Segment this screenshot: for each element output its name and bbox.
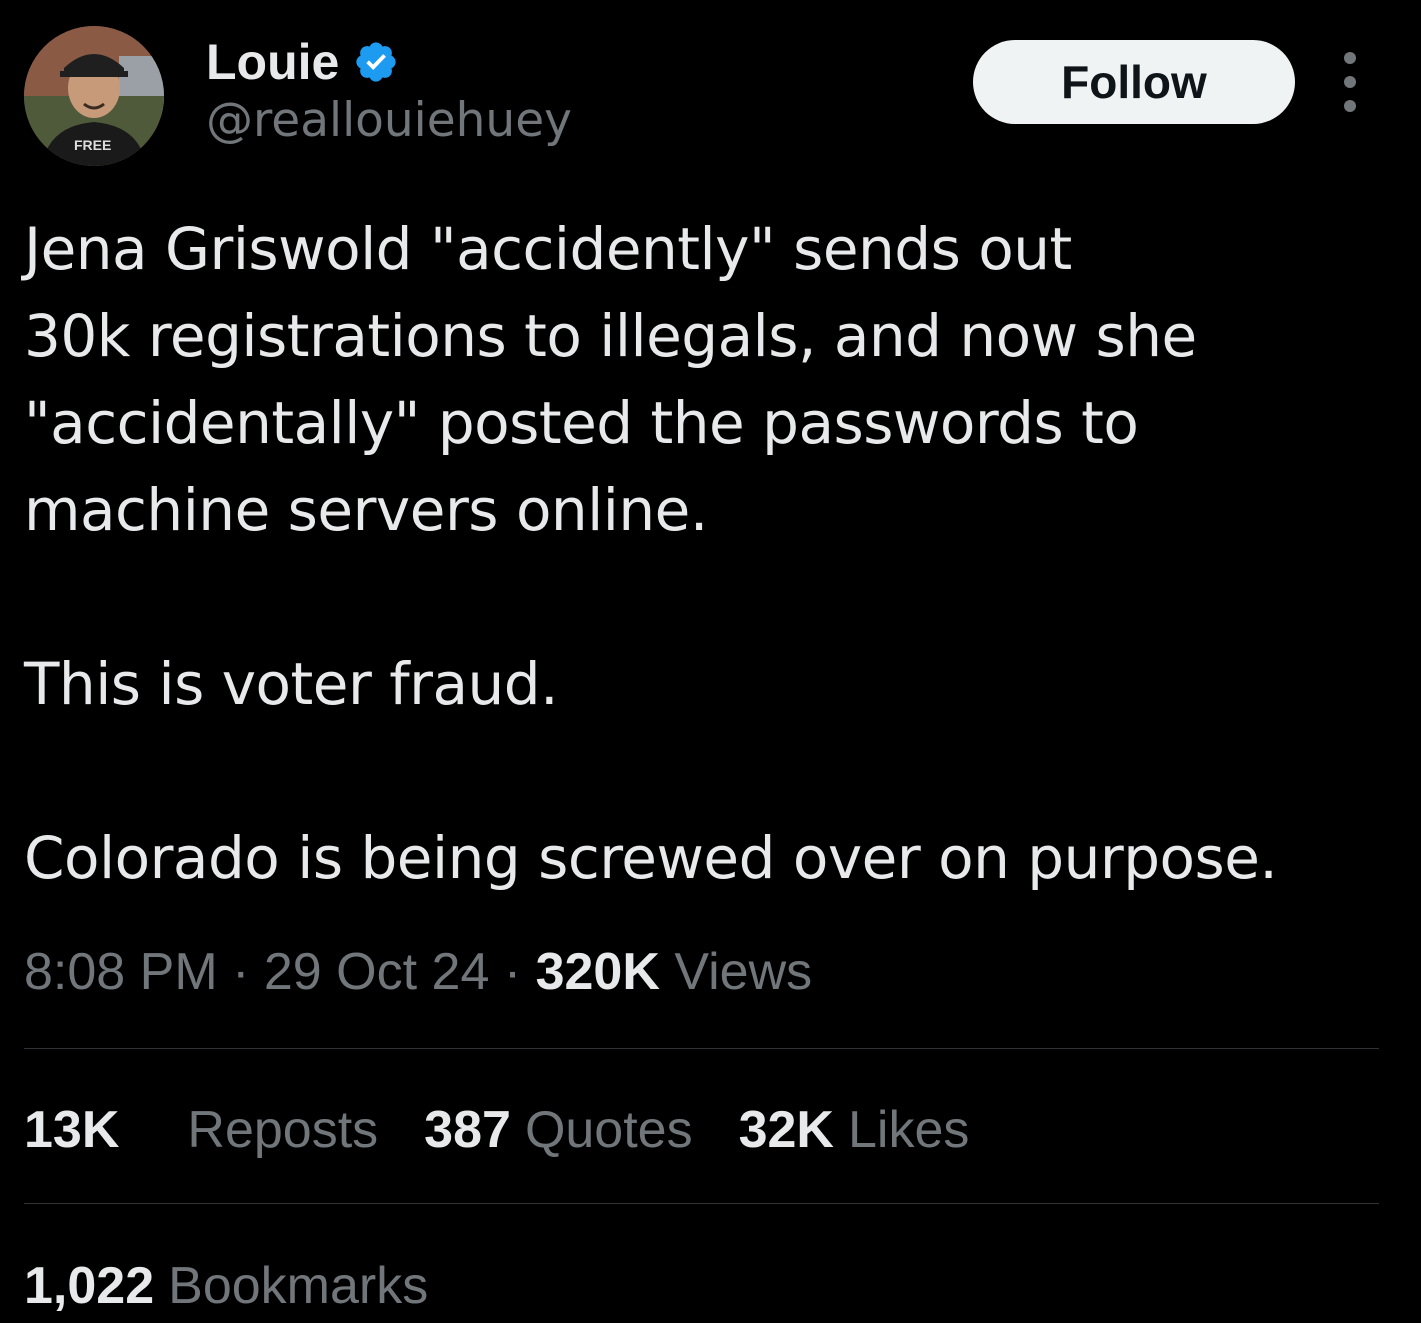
bookmarks-count: 1,022 [24, 1257, 155, 1315]
quotes-count: 387 [424, 1101, 511, 1159]
bookmarks-stat[interactable]: 1,022 Bookmarks [24, 1254, 428, 1318]
author-display-name[interactable]: Louie [206, 37, 339, 87]
avatar-photo-icon: FREE [24, 26, 164, 166]
divider [24, 1203, 1379, 1204]
likes-label: Likes [848, 1101, 970, 1159]
likes-stat[interactable]: 32K Likes [739, 1098, 970, 1162]
divider [24, 1048, 1379, 1049]
quotes-label: Quotes [524, 1101, 693, 1159]
more-dot [1344, 52, 1356, 64]
tweet-meta: 8:08 PM · 29 Oct 24 · 320K Views [24, 940, 812, 1004]
verified-badge-icon [356, 42, 396, 82]
follow-button[interactable]: Follow [973, 40, 1295, 124]
tweet-paragraph: Jena Griswold "accidently" sends out 30k… [24, 215, 1197, 544]
more-options-icon[interactable] [1330, 52, 1370, 112]
author-handle[interactable]: @reallouiehuey [206, 95, 572, 147]
tweet-detail: FREE Louie @reallouiehuey Follow Jena Gr… [0, 0, 1421, 1323]
avatar-shirt-text: FREE [74, 137, 111, 153]
author-name-row[interactable]: Louie [206, 30, 399, 94]
meta-separator: · [503, 943, 522, 1001]
avatar[interactable]: FREE [24, 26, 164, 166]
tweet-paragraph: Colorado is being screwed over on purpos… [24, 824, 1278, 892]
quotes-stat[interactable]: 387 Quotes [424, 1098, 692, 1162]
more-dot [1344, 100, 1356, 112]
tweet-text: Jena Griswold "accidently" sends out 30k… [24, 206, 1394, 902]
meta-separator: · [232, 943, 250, 1001]
reposts-stat[interactable]: 13K Reposts [24, 1098, 378, 1162]
bookmarks-label: Bookmarks [168, 1257, 429, 1315]
likes-count: 32K [738, 1101, 834, 1159]
engagement-stats: 13K Reposts 387 Quotes 32K Likes [24, 1098, 969, 1162]
tweet-date[interactable]: 29 Oct 24 [264, 943, 489, 1001]
more-dot [1344, 76, 1356, 88]
views-label: Views [674, 943, 813, 1001]
reposts-count: 13K [24, 1101, 120, 1159]
views-count: 320K [535, 943, 660, 1001]
tweet-time[interactable]: 8:08 PM [24, 943, 218, 1001]
reposts-label: Reposts [187, 1101, 379, 1159]
tweet-paragraph: This is voter fraud. [24, 650, 559, 718]
